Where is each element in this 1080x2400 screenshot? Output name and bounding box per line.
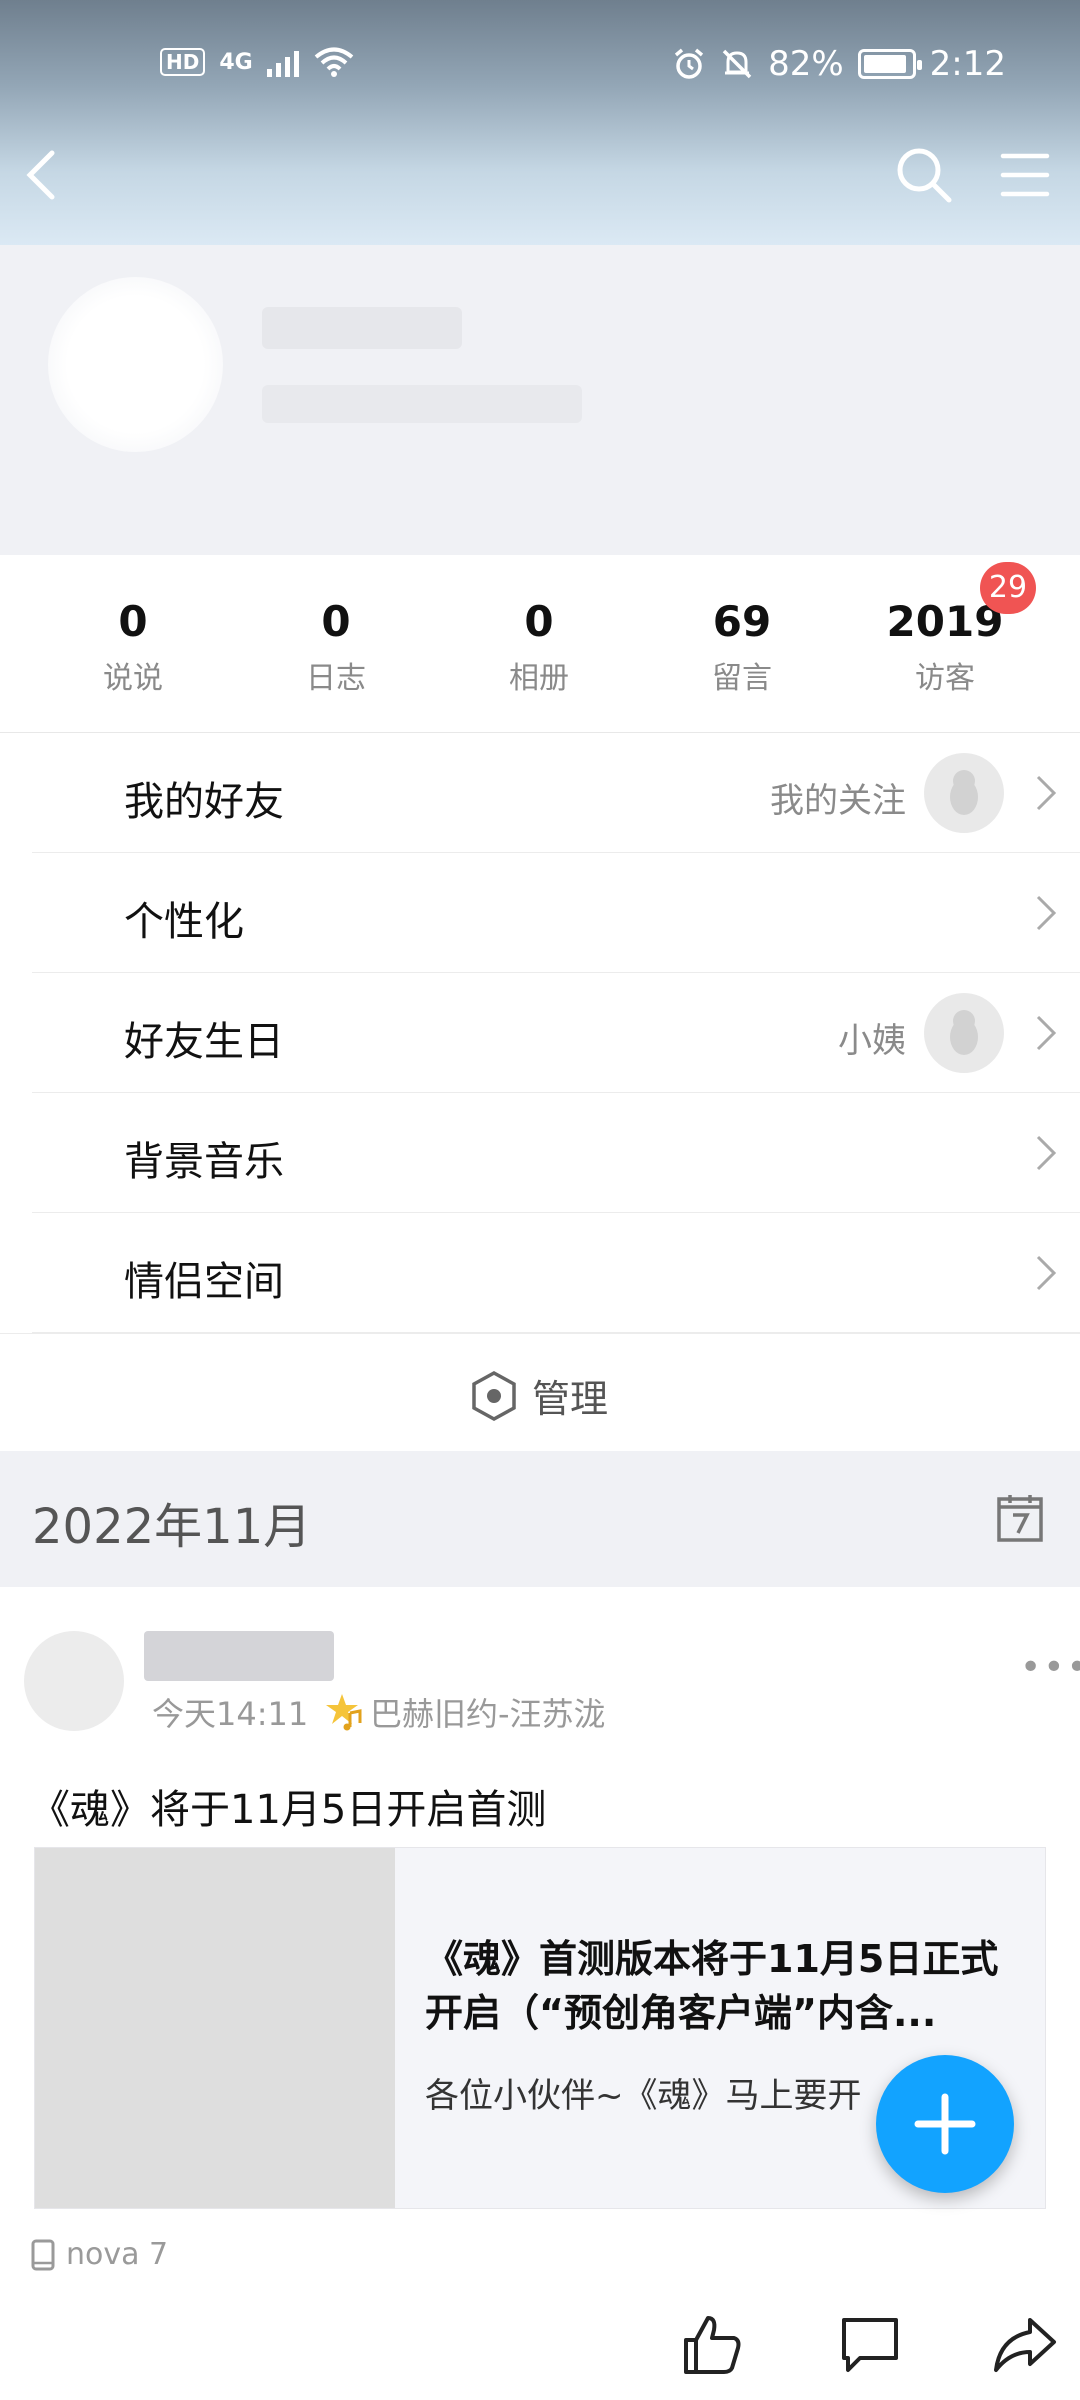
alarm-icon [674,48,704,79]
month-label: 2022年11月 [32,1499,312,1555]
menu-item-label: 我的好友 [124,779,284,825]
stat-value: 69 [712,597,772,646]
post-song[interactable]: 巴赫旧约-汪苏泷 [370,1689,606,1735]
card-title: 《魂》首测版本将于11月5日正式开启（“预创角客户端”内含... [425,1937,999,2035]
stat-label: 留言 [712,661,772,697]
network-type: 4G [219,49,253,75]
stat-liuyan[interactable]: 69 留言 [657,597,827,697]
qzone-profile-screen: HD 4G 82% 2:12 0 说说 0 日志 0 相册 69 留言 2019… [0,0,1080,2400]
menu-item-label: 背景音乐 [124,1139,284,1185]
chevron-right-icon [1036,1015,1057,1051]
user-signature-redacted [262,385,582,423]
post-author-name-redacted[interactable] [144,1631,334,1681]
menu-item-birthdays[interactable]: 好友生日 小姨 [32,973,1080,1093]
mute-bell-icon [722,49,752,79]
stat-value: 0 [524,597,554,646]
add-post-button[interactable] [876,2055,1014,2193]
menu-item-bg-music[interactable]: 背景音乐 [32,1093,1080,1213]
plus-icon [914,2093,976,2155]
stat-xiangce[interactable]: 0 相册 [454,597,624,697]
stat-label: 日志 [306,661,366,697]
month-header: 2022年11月 [0,1451,1080,1587]
feed-post: 今天14:11 巴赫旧约-汪苏泷 ••• 《魂》将于11月5日开启首测 《魂》首… [0,1587,1080,2400]
profile-header [0,245,1080,555]
status-bar: HD 4G 82% 2:12 [0,38,1080,98]
menu-item-right-text: 我的关注 [770,781,906,821]
hamburger-menu-icon[interactable] [1000,150,1050,200]
menu-list: 我的好友 我的关注 个性化 好友生日 小姨 背景音乐 情侣空间 [0,733,1080,1333]
menu-item-label: 好友生日 [124,1019,284,1065]
music-star-icon [326,1694,362,1731]
stat-label: 访客 [915,661,975,697]
post-text: 《魂》将于11月5日开启首测 [30,1787,547,1833]
clock: 2:12 [929,44,1006,84]
menu-item-label: 个性化 [124,899,244,945]
stat-label: 相册 [509,661,569,697]
menu-item-right-text: 小姨 [838,1021,906,1061]
battery-icon [857,49,922,79]
search-icon[interactable] [894,145,954,205]
hexagon-settings-icon [472,1370,516,1421]
penguin-avatar-icon [924,753,1004,833]
stat-value: 0 [321,597,351,646]
phone-icon [31,2239,55,2270]
card-thumbnail [35,1848,395,2208]
stat-rizhi[interactable]: 0 日志 [251,597,421,697]
card-summary: 各位小伙伴~《魂》马上要开 [425,2076,862,2116]
hd-badge: HD [160,48,206,76]
more-options-icon[interactable]: ••• [1020,1647,1080,1688]
chevron-right-icon [1036,1135,1057,1171]
post-author-avatar[interactable] [24,1631,124,1731]
wifi-icon [314,47,353,77]
back-icon[interactable] [18,145,68,205]
header-background: HD 4G 82% 2:12 [0,0,1080,245]
like-icon[interactable] [680,2312,744,2376]
post-device: nova 7 [30,2237,168,2272]
chevron-right-icon [1036,775,1057,811]
menu-item-couple-space[interactable]: 情侣空间 [32,1213,1080,1333]
battery-percent: 82% [768,44,844,84]
manage-label: 管理 [532,1377,609,1421]
stat-label: 说说 [103,661,163,697]
penguin-avatar-icon [924,993,1004,1073]
device-name: nova 7 [66,2237,169,2272]
chevron-right-icon [1036,895,1057,931]
stat-value: 0 [118,597,148,646]
menu-item-friends[interactable]: 我的好友 我的关注 [32,733,1080,853]
user-name-redacted [262,307,462,349]
visitor-count-badge: 29 [980,562,1036,614]
stats-bar: 0 说说 0 日志 0 相册 69 留言 2019 访客 [0,555,1080,733]
stat-shuoshuo[interactable]: 0 说说 [48,597,218,697]
signal-icon [266,47,299,77]
menu-item-personalize[interactable]: 个性化 [32,853,1080,973]
manage-button[interactable]: 管理 [0,1333,1080,1451]
user-avatar[interactable] [48,277,223,452]
calendar-icon[interactable] [996,1493,1044,1543]
share-icon[interactable] [992,2312,1058,2376]
menu-item-label: 情侣空间 [124,1259,284,1305]
chevron-right-icon [1036,1255,1057,1291]
comment-icon[interactable] [838,2312,902,2376]
post-time: 今天14:11 [152,1695,309,1733]
